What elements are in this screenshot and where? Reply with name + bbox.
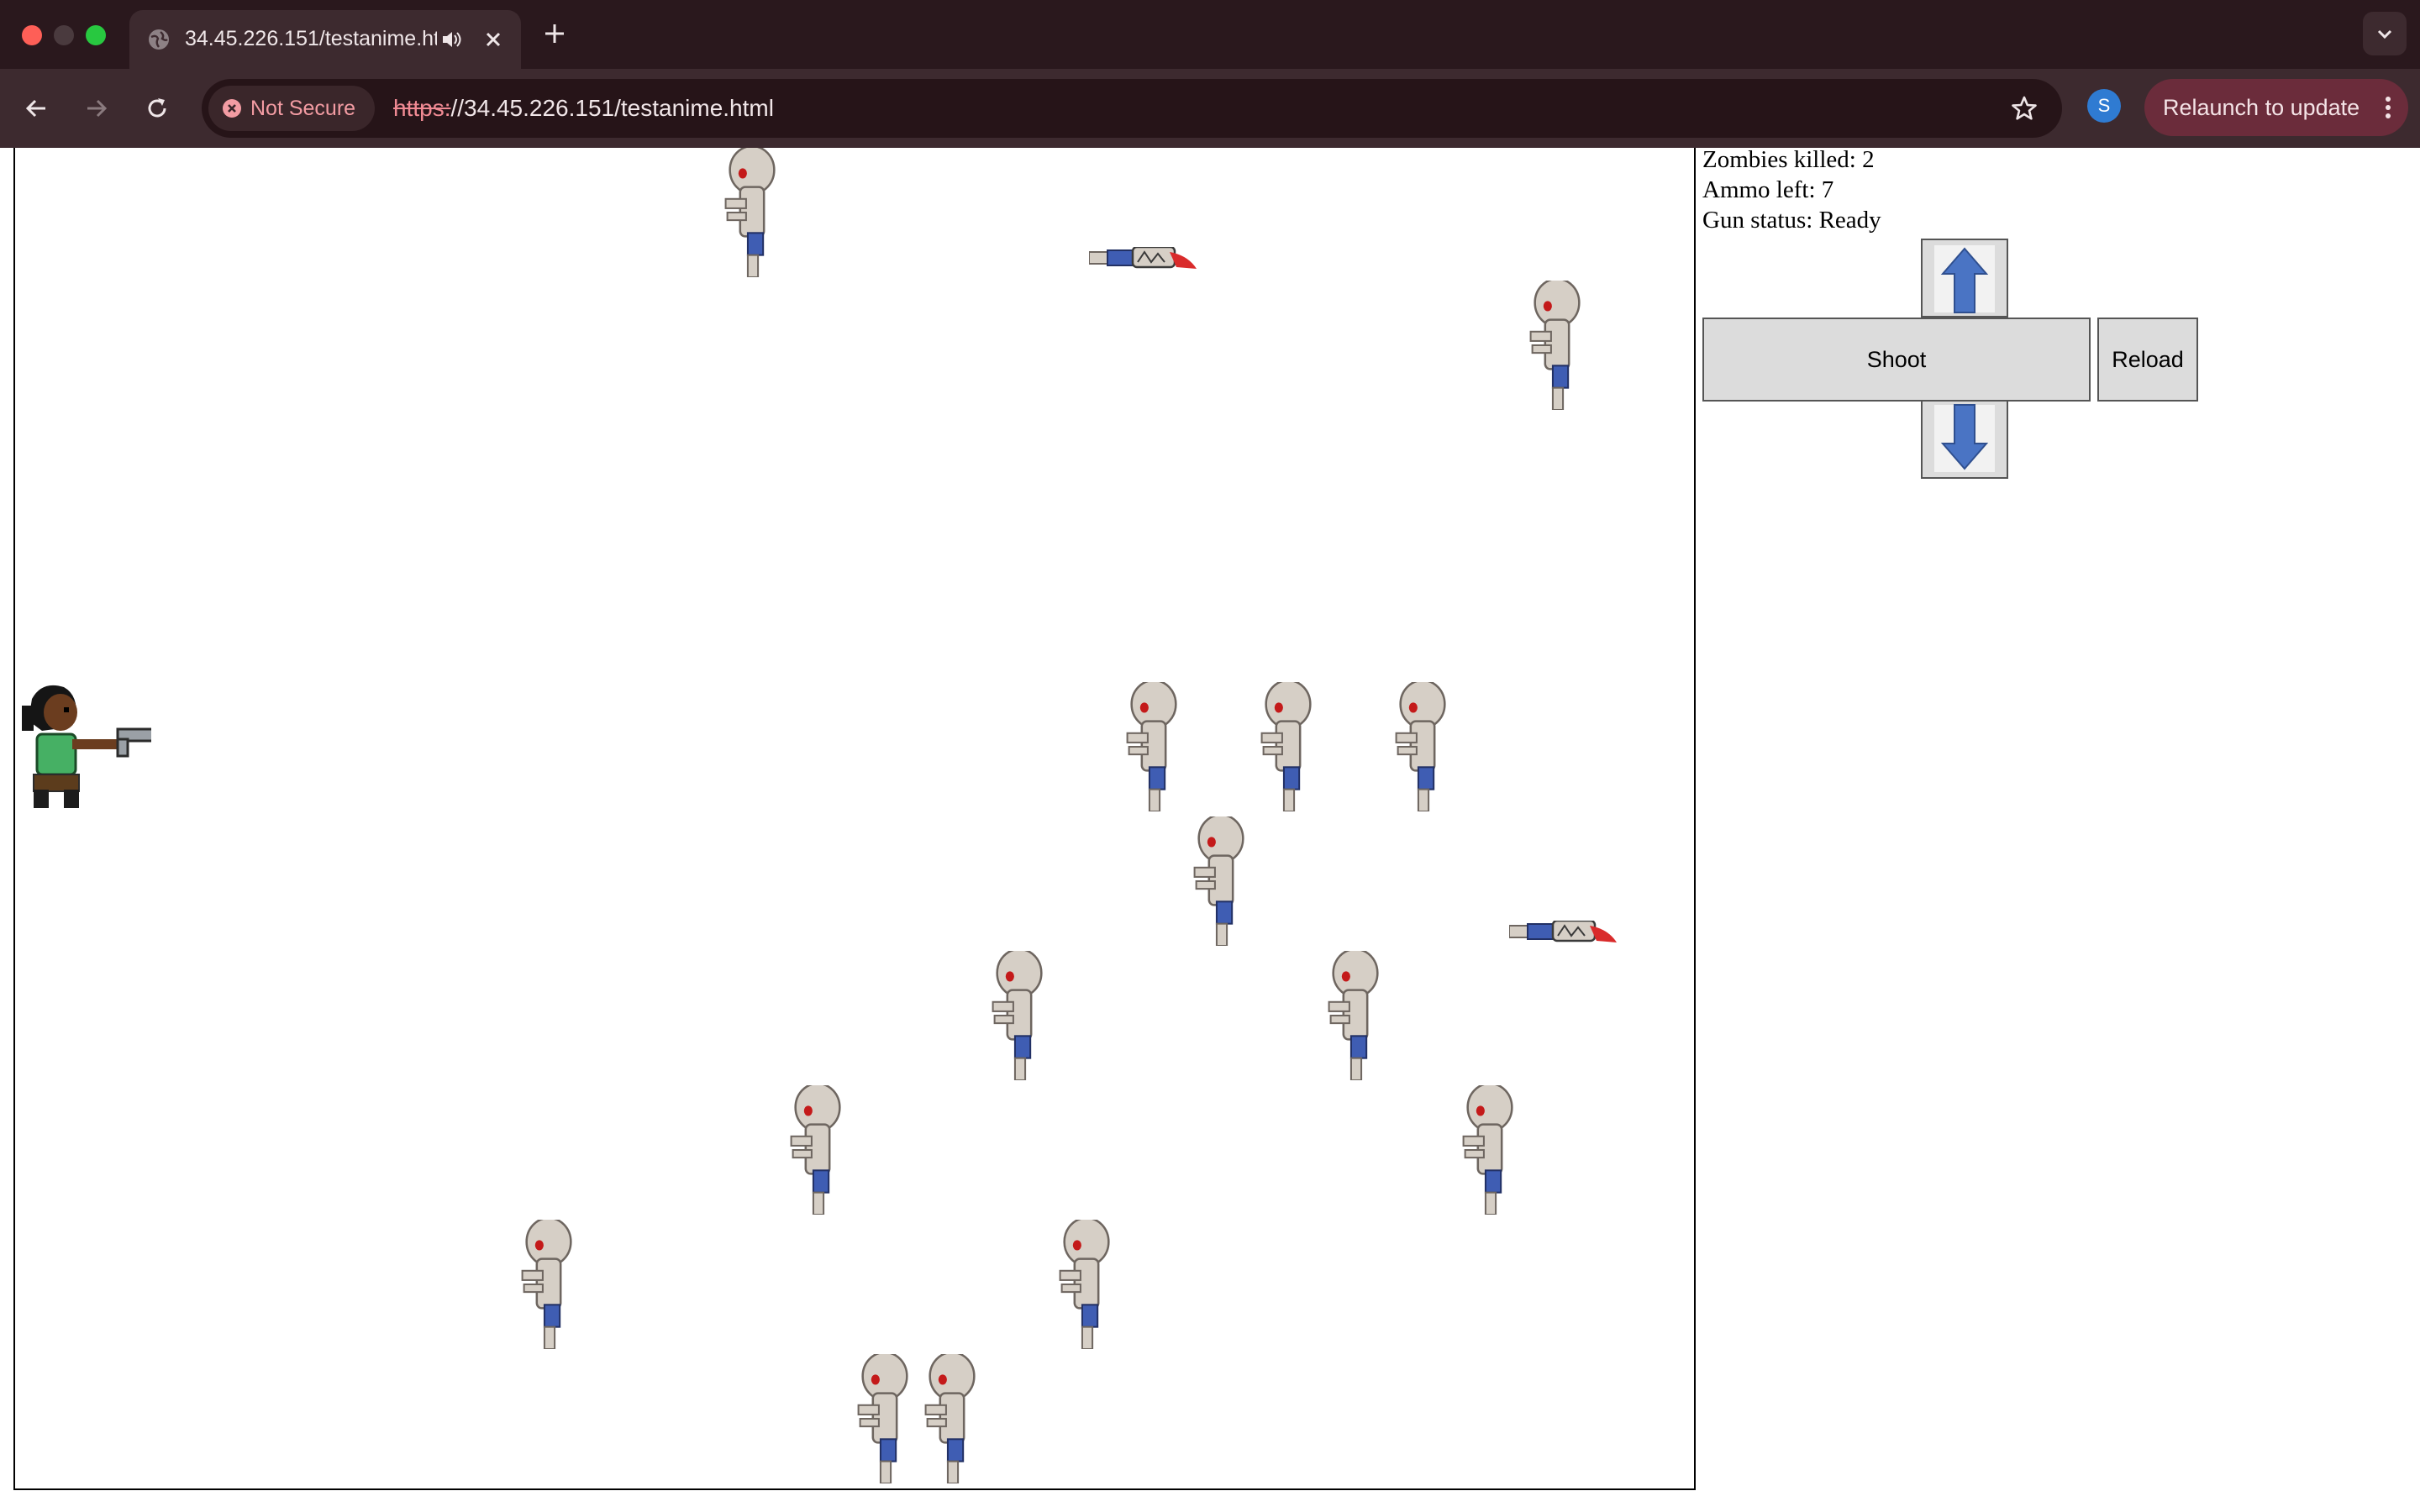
active-tab[interactable]: 34.45.226.151/testanime.html — [129, 10, 521, 69]
zombie — [1395, 682, 1446, 811]
zombie — [1059, 1220, 1110, 1349]
profile-avatar[interactable]: S — [2087, 89, 2121, 123]
gun-status-label: Gun status: — [1702, 207, 1813, 234]
bookmark-star-icon[interactable] — [2010, 94, 2039, 123]
security-label: Not Secure — [250, 97, 356, 120]
shoot-button[interactable]: Shoot — [1702, 318, 2091, 402]
relaunch-label: Relaunch to update — [2163, 95, 2360, 120]
zombie — [1126, 682, 1177, 811]
relaunch-button[interactable]: Relaunch to update — [2144, 79, 2408, 136]
tab-title: 34.45.226.151/testanime.html — [185, 27, 437, 50]
more-vert-icon[interactable] — [2373, 92, 2403, 123]
ammo-label: Ammo left: — [1702, 176, 1816, 203]
globe-icon — [149, 29, 169, 50]
dead-zombie — [1089, 247, 1198, 270]
zombie — [1328, 951, 1379, 1080]
close-window-button[interactable] — [22, 25, 42, 45]
reload-icon[interactable] — [143, 94, 171, 123]
tab-bar: 34.45.226.151/testanime.html — [0, 0, 2420, 69]
dead-zombie — [1509, 921, 1618, 944]
zombie — [724, 148, 776, 277]
zombie — [521, 1220, 572, 1349]
zombies-killed-value: 2 — [1862, 146, 1875, 173]
game-canvas[interactable] — [13, 148, 1696, 1490]
zombie — [992, 951, 1043, 1080]
gun-status-stat: Gun status: Ready — [1702, 205, 1881, 235]
address-bar[interactable]: Not Secure https://34.45.226.151/testani… — [202, 79, 2062, 138]
zombie — [924, 1354, 976, 1483]
back-arrow-icon[interactable] — [22, 94, 50, 123]
speaker-icon[interactable] — [439, 27, 464, 52]
tab-search-button[interactable] — [2363, 12, 2407, 55]
zombie — [1260, 682, 1312, 811]
zombies-killed-label: Zombies killed: — [1702, 146, 1856, 173]
arrow-down-icon — [1934, 404, 1995, 472]
zombie — [790, 1085, 841, 1215]
arrow-up-icon — [1934, 245, 1995, 313]
reload-button[interactable]: Reload — [2097, 318, 2198, 402]
move-down-button[interactable] — [1921, 400, 2008, 479]
url-path: //34.45.226.151/testanime.html — [450, 95, 774, 121]
security-chip[interactable]: Not Secure — [208, 86, 375, 131]
player-character — [22, 685, 151, 808]
chevron-down-icon — [2377, 29, 2392, 39]
warning-icon — [223, 99, 241, 118]
zombies-killed-stat: Zombies killed: 2 — [1702, 144, 1875, 175]
forward-arrow-icon[interactable] — [82, 94, 111, 123]
move-up-button[interactable] — [1921, 239, 2008, 318]
ammo-value: 7 — [1821, 176, 1834, 203]
url-scheme: https: — [393, 95, 451, 121]
gun-status-value: Ready — [1818, 207, 1881, 234]
zombie — [1529, 281, 1581, 410]
zombie — [857, 1354, 908, 1483]
close-tab-icon[interactable] — [481, 27, 506, 52]
url-text: https://34.45.226.151/testanime.html — [393, 79, 774, 138]
maximize-window-button[interactable] — [86, 25, 106, 45]
ammo-stat: Ammo left: 7 — [1702, 175, 1833, 205]
minimize-window-button[interactable] — [54, 25, 74, 45]
zombie — [1462, 1085, 1513, 1215]
new-tab-icon[interactable] — [541, 20, 568, 47]
browser-toolbar: Not Secure https://34.45.226.151/testani… — [0, 69, 2420, 148]
zombie — [1193, 816, 1244, 946]
